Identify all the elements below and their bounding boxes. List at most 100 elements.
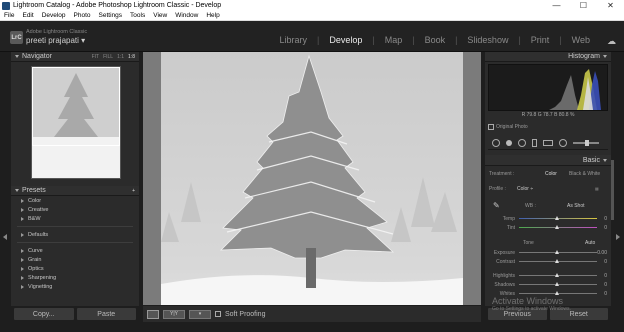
temp-value[interactable]: 0 bbox=[604, 216, 607, 222]
menu-view[interactable]: View bbox=[149, 12, 171, 19]
slider-knob[interactable] bbox=[555, 225, 559, 229]
minimize-button[interactable]: — bbox=[543, 0, 570, 11]
preset-group-label: Sharpening bbox=[28, 274, 57, 281]
highlights-slider[interactable] bbox=[519, 273, 597, 277]
module-separator: | bbox=[559, 35, 562, 45]
wb-dropdown[interactable]: As Shot bbox=[567, 203, 585, 209]
preset-group[interactable]: Defaults bbox=[11, 230, 139, 239]
maximize-button[interactable]: ☐ bbox=[570, 0, 597, 11]
slider-knob[interactable] bbox=[555, 250, 559, 254]
slider-knob[interactable] bbox=[555, 291, 559, 295]
tint-slider[interactable] bbox=[519, 225, 597, 229]
user-name[interactable]: preeti prajapati ▾ bbox=[26, 36, 85, 45]
right-panel-scrollbar[interactable] bbox=[611, 160, 614, 220]
contrast-value[interactable]: 0 bbox=[604, 259, 607, 265]
preset-group[interactable]: Optics bbox=[11, 264, 139, 273]
red-eye-icon[interactable] bbox=[518, 138, 526, 147]
profile-browser-icon[interactable]: ▦ bbox=[595, 186, 599, 191]
tint-row: Tint 0 bbox=[485, 223, 611, 232]
close-button[interactable]: ✕ bbox=[597, 0, 624, 11]
graduated-filter-icon[interactable] bbox=[532, 138, 537, 147]
histogram-header[interactable]: Histogram bbox=[485, 52, 611, 62]
navigator-header[interactable]: Navigator FIT FILL 1:1 1:8 bbox=[11, 52, 139, 62]
contrast-slider[interactable] bbox=[519, 259, 597, 263]
profile-label: Profile : bbox=[489, 185, 506, 192]
treatment-label: Treatment : bbox=[489, 170, 515, 177]
menu-help[interactable]: Help bbox=[202, 12, 223, 19]
preset-group[interactable]: B&W bbox=[11, 214, 139, 223]
slider-knob[interactable] bbox=[555, 259, 559, 263]
basic-header[interactable]: Basic bbox=[485, 155, 611, 166]
module-separator: | bbox=[372, 35, 375, 45]
user-name-label: preeti prajapati bbox=[26, 36, 79, 45]
paste-button[interactable]: Paste bbox=[76, 308, 136, 320]
module-slideshow[interactable]: Slideshow bbox=[467, 35, 508, 45]
exposure-value[interactable]: 0.00 bbox=[597, 250, 607, 256]
slider-knob[interactable] bbox=[555, 282, 559, 286]
whites-slider[interactable] bbox=[519, 291, 597, 295]
b-value: 80.8 bbox=[558, 112, 569, 118]
original-photo-checkbox[interactable] bbox=[488, 124, 494, 130]
original-photo-row[interactable]: Original Photo bbox=[488, 124, 528, 130]
navigator-viewport-frame[interactable] bbox=[32, 67, 120, 146]
loupe-view-button[interactable] bbox=[147, 309, 159, 319]
shadows-row: Shadows 0 bbox=[485, 280, 611, 289]
shadows-value[interactable]: 0 bbox=[604, 282, 607, 288]
module-web[interactable]: Web bbox=[572, 35, 590, 45]
copy-button[interactable]: Copy... bbox=[14, 308, 74, 320]
menu-edit[interactable]: Edit bbox=[18, 12, 37, 19]
preset-group[interactable]: Vignetting bbox=[11, 282, 139, 291]
menu-window[interactable]: Window bbox=[171, 12, 202, 19]
tool-slider[interactable] bbox=[573, 139, 599, 146]
highlights-value[interactable]: 0 bbox=[604, 273, 607, 279]
temp-slider[interactable] bbox=[519, 216, 597, 220]
menu-photo[interactable]: Photo bbox=[70, 12, 95, 19]
before-after-button[interactable]: Y|Y bbox=[163, 309, 185, 319]
photo-preview[interactable] bbox=[161, 52, 463, 305]
module-print[interactable]: Print bbox=[531, 35, 550, 45]
adjustment-brush-icon[interactable] bbox=[559, 138, 567, 147]
radial-filter-icon[interactable] bbox=[543, 139, 553, 146]
module-map[interactable]: Map bbox=[385, 35, 403, 45]
shadows-slider[interactable] bbox=[519, 282, 597, 286]
tone-auto-button[interactable]: Auto bbox=[585, 240, 595, 246]
whites-value[interactable]: 0 bbox=[604, 291, 607, 297]
spot-removal-icon[interactable] bbox=[506, 139, 512, 146]
add-preset-icon[interactable]: + bbox=[132, 188, 135, 194]
zoom-1-8[interactable]: 1:8 bbox=[128, 54, 135, 60]
menu-settings[interactable]: Settings bbox=[95, 12, 127, 19]
soft-proofing-checkbox[interactable] bbox=[215, 311, 221, 317]
treatment-color[interactable]: Color bbox=[545, 171, 557, 177]
before-after-options[interactable]: ▾ bbox=[189, 309, 211, 319]
module-develop[interactable]: Develop bbox=[329, 35, 362, 45]
preset-group[interactable]: Sharpening bbox=[11, 273, 139, 282]
crop-tool-icon[interactable] bbox=[492, 138, 500, 147]
exposure-slider[interactable] bbox=[519, 250, 597, 254]
collapse-right-icon[interactable] bbox=[616, 234, 620, 240]
navigator-preview[interactable] bbox=[31, 66, 121, 179]
preset-group[interactable]: Grain bbox=[11, 255, 139, 264]
module-library[interactable]: Library bbox=[279, 35, 307, 45]
slider-knob[interactable] bbox=[555, 273, 559, 277]
zoom-fill[interactable]: FILL bbox=[103, 54, 113, 60]
slider-knob[interactable] bbox=[555, 216, 559, 220]
collapse-left-icon[interactable] bbox=[3, 234, 7, 240]
eyedropper-icon[interactable]: ✎ bbox=[493, 201, 500, 210]
zoom-1-1[interactable]: 1:1 bbox=[117, 54, 124, 60]
module-book[interactable]: Book bbox=[425, 35, 446, 45]
treatment-bw[interactable]: Black & White bbox=[569, 171, 600, 177]
preset-group[interactable]: Color bbox=[11, 196, 139, 205]
preset-group[interactable]: Creative bbox=[11, 205, 139, 214]
menu-tools[interactable]: Tools bbox=[126, 12, 149, 19]
cloud-sync-icon[interactable]: ☁ bbox=[607, 36, 616, 47]
shadows-label: Shadows bbox=[494, 281, 515, 288]
profile-dropdown[interactable]: Color ÷ bbox=[517, 186, 533, 192]
tint-value[interactable]: 0 bbox=[604, 225, 607, 231]
zoom-fit[interactable]: FIT bbox=[92, 54, 100, 60]
presets-header[interactable]: Presets + bbox=[11, 186, 139, 196]
preset-group[interactable]: Curve bbox=[11, 246, 139, 255]
menu-develop[interactable]: Develop bbox=[38, 12, 70, 19]
histogram-graph[interactable] bbox=[488, 64, 608, 111]
menu-file[interactable]: File bbox=[0, 12, 18, 19]
r-label: R bbox=[521, 112, 526, 118]
